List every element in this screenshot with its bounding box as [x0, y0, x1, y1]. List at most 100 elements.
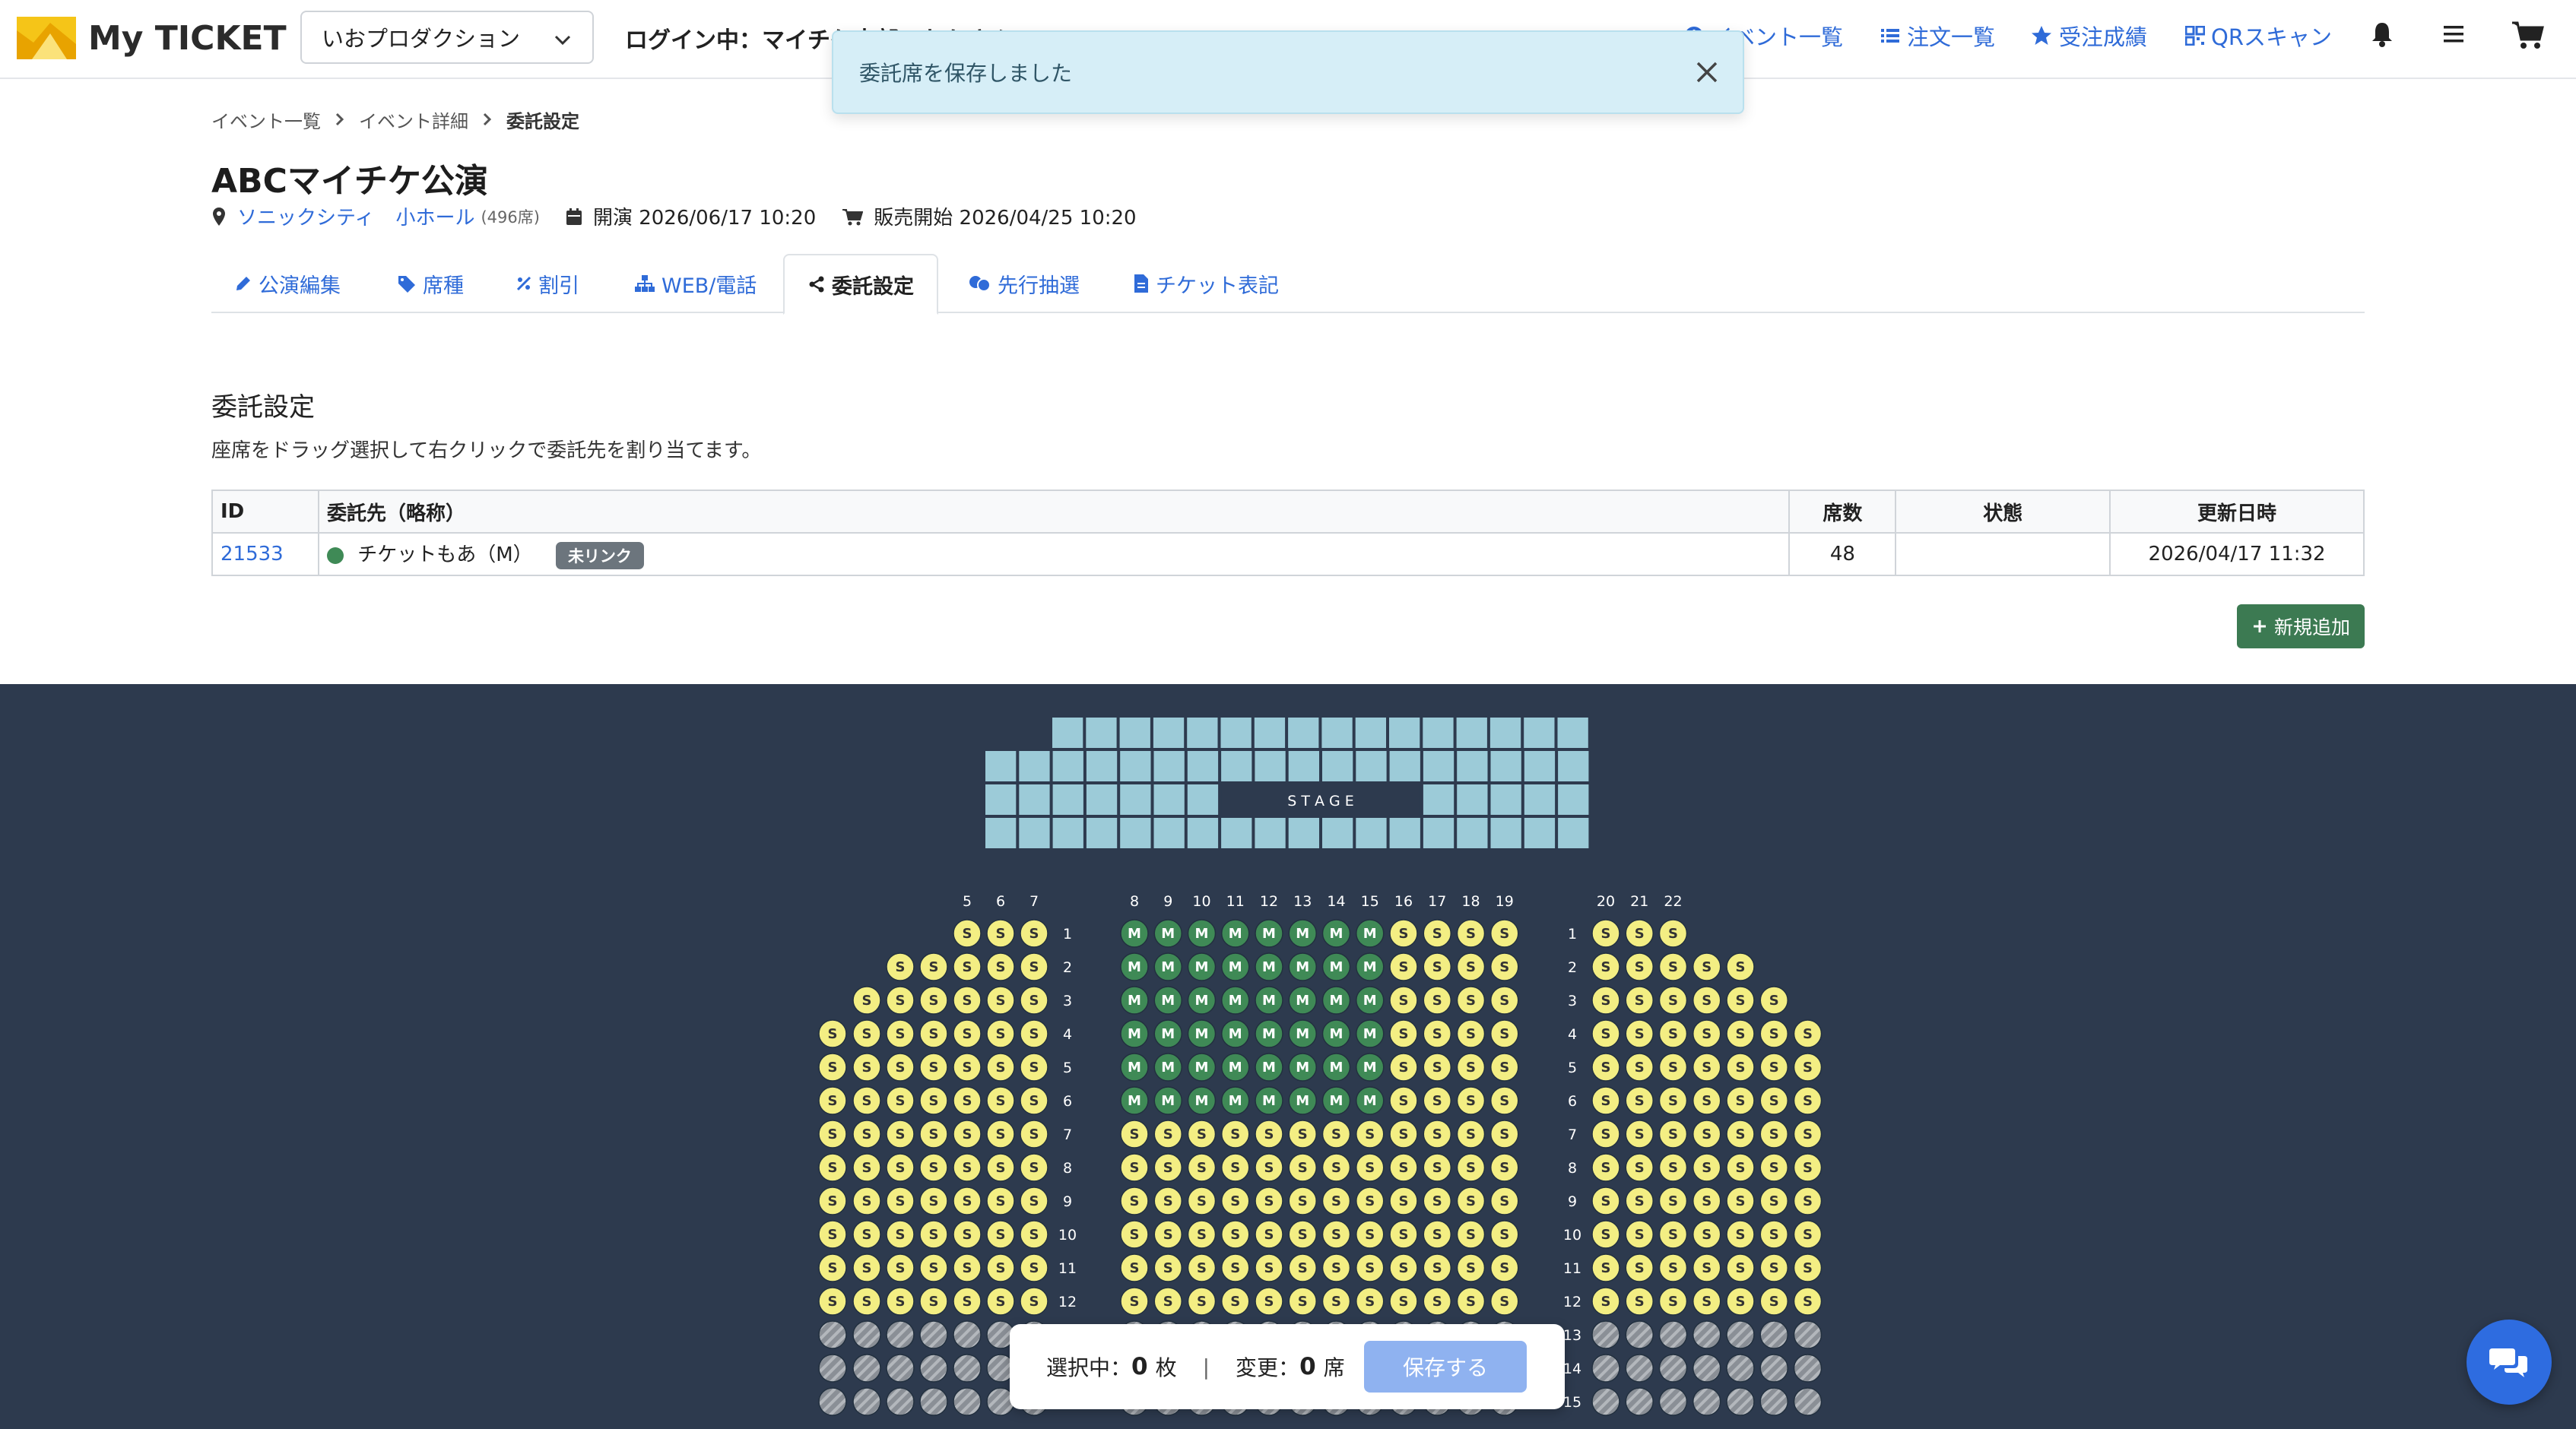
seat[interactable] [1726, 1320, 1755, 1349]
seat-label[interactable]: S [996, 1260, 1006, 1276]
seat-label[interactable]: M [1161, 1093, 1175, 1109]
seat-label[interactable]: S [1466, 1260, 1476, 1276]
seat-label[interactable]: S [1197, 1294, 1207, 1310]
seat-label[interactable]: S [1702, 1260, 1712, 1276]
save-button[interactable]: 保存する [1364, 1341, 1527, 1393]
seat-label[interactable]: S [996, 1160, 1006, 1176]
venue-link[interactable]: ソニックシティ [237, 202, 374, 230]
seat[interactable] [886, 1387, 915, 1416]
seat-label[interactable]: S [1432, 959, 1442, 975]
row-id-link[interactable]: 21533 [220, 543, 284, 566]
seat-label[interactable]: S [963, 1026, 972, 1042]
seat[interactable] [1625, 1354, 1654, 1383]
seat-label[interactable]: S [862, 993, 872, 1009]
seat-label[interactable]: M [1262, 926, 1276, 942]
seat-label[interactable]: S [1298, 1227, 1308, 1243]
seat-label[interactable]: S [1769, 1093, 1779, 1109]
seat-map[interactable]: S T A G E 5 6 7 8 9 10 11 12 13 14 15 16 17 18 19 20 21 22… [0, 684, 2576, 1429]
seat-label[interactable]: S [1029, 926, 1039, 942]
seat-label[interactable]: S [1668, 993, 1678, 1009]
seat-label[interactable]: S [1466, 1227, 1476, 1243]
seat-label[interactable]: S [1601, 1026, 1611, 1042]
seat-label[interactable]: S [929, 1093, 939, 1109]
seat-label[interactable]: S [1635, 1060, 1645, 1076]
seat-label[interactable]: S [1702, 959, 1712, 975]
seat[interactable] [1793, 1320, 1823, 1349]
tab-web-phone[interactable]: WEB/電話 [634, 254, 757, 313]
seat[interactable] [852, 1387, 881, 1416]
seat-label[interactable]: S [1264, 1160, 1274, 1176]
seat-label[interactable]: S [963, 1160, 972, 1176]
seat-label[interactable]: M [1330, 959, 1344, 975]
hall-link[interactable]: 小ホール [395, 202, 474, 230]
seat-label[interactable]: M [1330, 926, 1344, 942]
seat-label[interactable]: S [1635, 959, 1645, 975]
seat-label[interactable]: S [1736, 1160, 1746, 1176]
seat-label[interactable]: S [1466, 993, 1476, 1009]
seat-label[interactable]: S [1803, 1193, 1813, 1209]
seat-label[interactable]: S [1769, 1060, 1779, 1076]
seat-label[interactable]: S [1702, 1227, 1712, 1243]
seat[interactable] [1793, 1354, 1823, 1383]
logo[interactable]: My TICKET [17, 17, 287, 59]
seat-label[interactable]: S [1365, 1294, 1375, 1310]
seat-label[interactable]: S [1466, 1160, 1476, 1176]
seat-label[interactable]: M [1161, 1060, 1175, 1076]
seat[interactable] [1793, 1387, 1823, 1416]
seat-label[interactable]: S [1736, 993, 1746, 1009]
seat-label[interactable]: M [1161, 926, 1175, 942]
seat-label[interactable]: S [1130, 1227, 1140, 1243]
seat[interactable] [1658, 1354, 1688, 1383]
seat-label[interactable]: S [963, 1060, 972, 1076]
seat-label[interactable]: S [963, 1093, 972, 1109]
seat[interactable] [1625, 1387, 1654, 1416]
seat[interactable] [919, 1387, 948, 1416]
seat-label[interactable]: S [828, 1126, 838, 1142]
seat-label[interactable]: S [862, 1093, 872, 1109]
seat-label[interactable]: S [929, 959, 939, 975]
seat-label[interactable]: S [1029, 1294, 1039, 1310]
seat-label[interactable]: S [1803, 1260, 1813, 1276]
seat-label[interactable]: S [1803, 1294, 1813, 1310]
seat[interactable] [1658, 1320, 1688, 1349]
seat[interactable] [818, 1354, 847, 1383]
seat-label[interactable]: S [1499, 959, 1509, 975]
tab-ticket-notation[interactable]: チケット表記 [1133, 254, 1279, 313]
seat-label[interactable]: S [1466, 926, 1476, 942]
seat-label[interactable]: S [1197, 1227, 1207, 1243]
seat-label[interactable]: S [929, 1026, 939, 1042]
seat-label[interactable]: S [1432, 1160, 1442, 1176]
seat[interactable] [818, 1320, 847, 1349]
seat-label[interactable]: S [1601, 1227, 1611, 1243]
seat-label[interactable]: S [1029, 1126, 1039, 1142]
seat-label[interactable]: S [1029, 1026, 1039, 1042]
seat[interactable] [1726, 1354, 1755, 1383]
seat-label[interactable]: S [1399, 1026, 1409, 1042]
seat-label[interactable]: S [1399, 1227, 1409, 1243]
seat-label[interactable]: S [963, 1126, 972, 1142]
seat-label[interactable]: S [828, 1026, 838, 1042]
seat-label[interactable]: S [963, 959, 972, 975]
seat-label[interactable]: S [1499, 1260, 1509, 1276]
seat-label[interactable]: S [896, 993, 906, 1009]
seat-label[interactable]: S [1601, 1093, 1611, 1109]
seat-label[interactable]: S [1264, 1227, 1274, 1243]
seat-label[interactable]: S [1499, 1026, 1509, 1042]
seat-label[interactable]: M [1229, 993, 1242, 1009]
tab-event-edit[interactable]: 公演編集 [234, 254, 341, 313]
seat-label[interactable]: S [929, 1126, 939, 1142]
seat-label[interactable]: S [1399, 1193, 1409, 1209]
seat-label[interactable]: M [1161, 993, 1175, 1009]
seat-label[interactable]: S [1264, 1126, 1274, 1142]
seat-label[interactable]: S [1601, 1193, 1611, 1209]
seat-label[interactable]: S [1769, 993, 1779, 1009]
seat-label[interactable]: M [1330, 1026, 1344, 1042]
seat-label[interactable]: S [896, 1260, 906, 1276]
seat-label[interactable]: S [1399, 1160, 1409, 1176]
seat[interactable] [1625, 1320, 1654, 1349]
seat[interactable] [1591, 1320, 1620, 1349]
seat[interactable] [1658, 1387, 1688, 1416]
seat-label[interactable]: S [1499, 1126, 1509, 1142]
seat-label[interactable]: S [1432, 1193, 1442, 1209]
seat-label[interactable]: S [1466, 1093, 1476, 1109]
